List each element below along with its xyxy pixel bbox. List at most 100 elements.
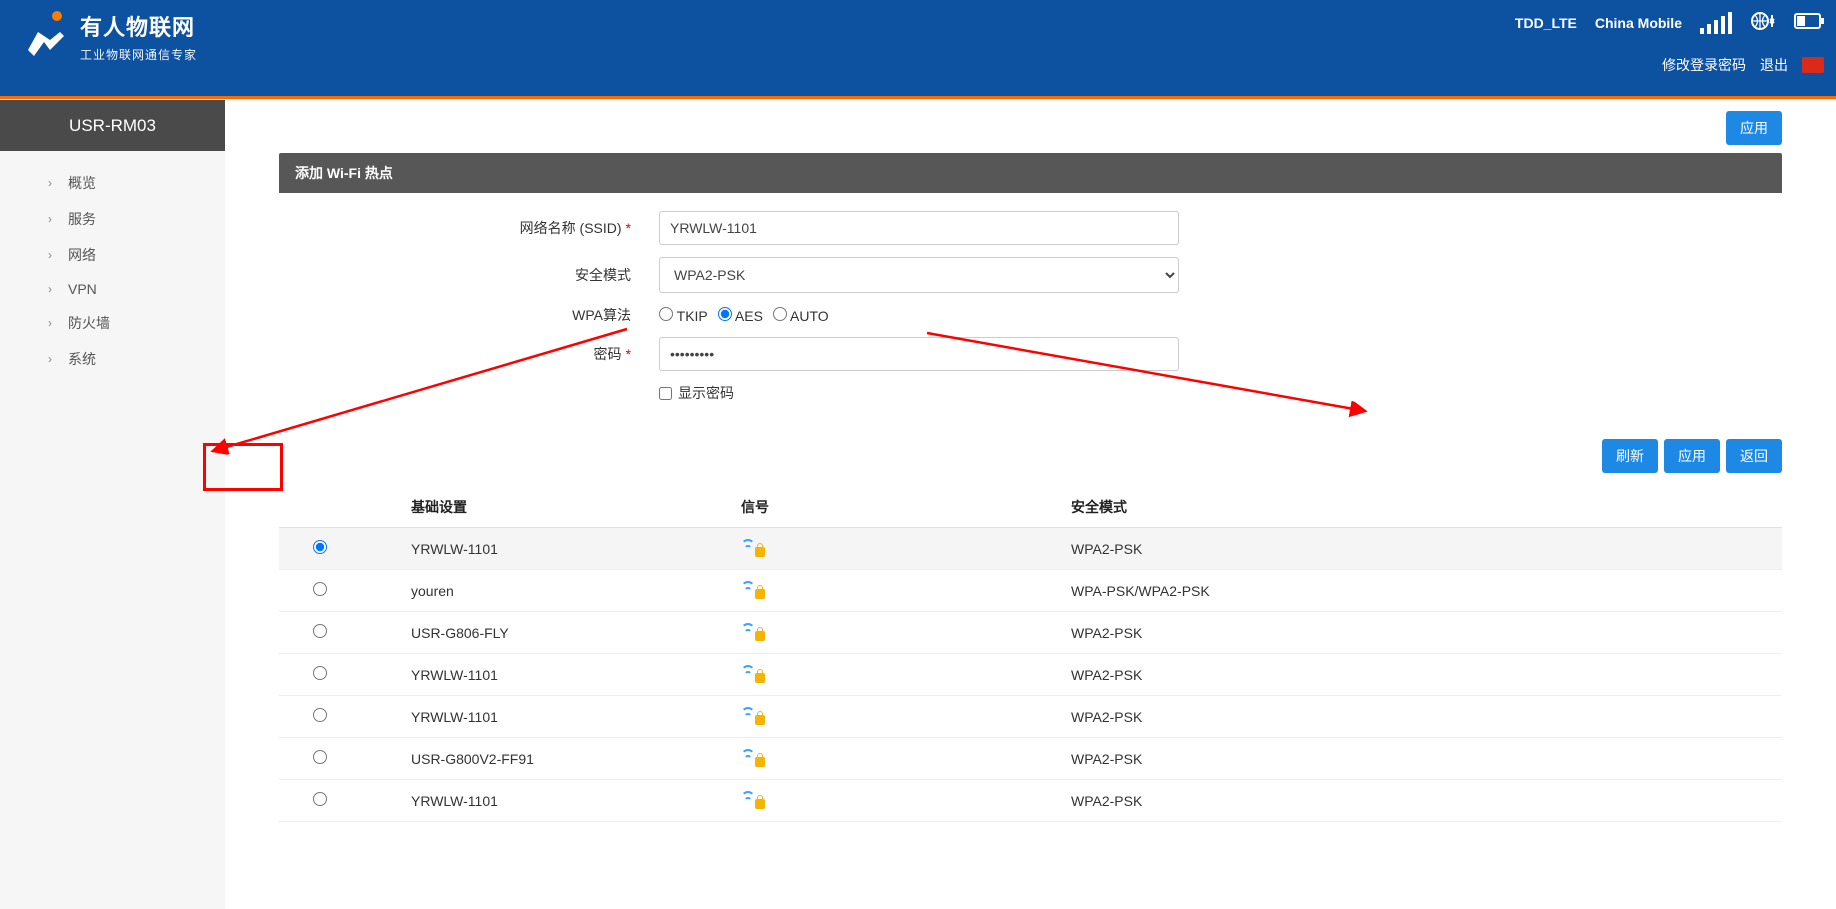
- table-row[interactable]: YRWLW-1101 WPA2-PSK: [279, 528, 1782, 570]
- row-radio[interactable]: [313, 708, 327, 722]
- row-signal: [729, 654, 1059, 696]
- table-row[interactable]: USR-G800V2-FF91 WPA2-PSK: [279, 738, 1782, 780]
- algo-aes-option[interactable]: AES: [718, 307, 763, 324]
- row-ssid: YRWLW-1101: [399, 654, 729, 696]
- col-signal-header: 信号: [729, 487, 1059, 528]
- row-radio[interactable]: [313, 750, 327, 764]
- row-security: WPA2-PSK: [1059, 780, 1782, 822]
- top-header: 有人物联网 工业物联网通信专家 TDD_LTE China Mobile 修改登…: [0, 0, 1836, 96]
- table-row[interactable]: YRWLW-1101 WPA2-PSK: [279, 696, 1782, 738]
- nav-list: › 概览 › 服务 › 网络 › VPN › 防火墙 › 系统: [0, 151, 225, 391]
- nav-item-label: 网络: [68, 245, 96, 265]
- row-ssid: youren: [399, 570, 729, 612]
- row-ssid: USR-G806-FLY: [399, 612, 729, 654]
- apply-button-top[interactable]: 应用: [1726, 111, 1782, 145]
- nav-item-label: 系统: [68, 349, 96, 369]
- nav-item-label: 概览: [68, 173, 96, 193]
- row-security: WPA-PSK/WPA2-PSK: [1059, 570, 1782, 612]
- flag-icon[interactable]: [1802, 57, 1824, 73]
- col-basic-header: 基础设置: [399, 487, 729, 528]
- table-row[interactable]: YRWLW-1101 WPA2-PSK: [279, 780, 1782, 822]
- row-ssid: YRWLW-1101: [399, 780, 729, 822]
- wifi-lock-icon: [741, 538, 763, 556]
- battery-icon: [1794, 13, 1824, 32]
- required-mark: *: [626, 346, 631, 362]
- wifi-lock-icon: [741, 790, 763, 808]
- apply-button[interactable]: 应用: [1664, 439, 1720, 473]
- nav-item[interactable]: › 系统: [0, 341, 225, 377]
- brand-block: 有人物联网 工业物联网通信专家: [20, 10, 197, 63]
- row-signal: [729, 612, 1059, 654]
- chevron-right-icon: ›: [48, 212, 52, 226]
- nav-item-label: 服务: [68, 209, 96, 229]
- wifi-scan-table: 基础设置 信号 安全模式 YRWLW-1101 WPA2-PSK youren WPA…: [279, 487, 1782, 822]
- wifi-lock-icon: [741, 664, 763, 682]
- wifi-lock-icon: [741, 622, 763, 640]
- chevron-right-icon: ›: [48, 176, 52, 190]
- col-select-header: [279, 487, 399, 528]
- row-signal: [729, 738, 1059, 780]
- nav-item[interactable]: › 防火墙: [0, 305, 225, 341]
- row-ssid: YRWLW-1101: [399, 528, 729, 570]
- back-button[interactable]: 返回: [1726, 439, 1782, 473]
- carrier-name: China Mobile: [1595, 15, 1682, 31]
- row-radio[interactable]: [313, 624, 327, 638]
- row-security: WPA2-PSK: [1059, 528, 1782, 570]
- algo-tkip-option[interactable]: TKIP: [659, 307, 708, 324]
- table-row[interactable]: YRWLW-1101 WPA2-PSK: [279, 654, 1782, 696]
- nav-item[interactable]: › 概览: [0, 165, 225, 201]
- wifi-scan-tbody: YRWLW-1101 WPA2-PSK youren WPA-PSK/WPA2-PSK…: [279, 528, 1782, 822]
- wifi-lock-icon: [741, 580, 763, 598]
- chevron-right-icon: ›: [48, 316, 52, 330]
- table-row[interactable]: youren WPA-PSK/WPA2-PSK: [279, 570, 1782, 612]
- security-mode-select[interactable]: WPA2-PSK: [659, 257, 1179, 293]
- security-mode-label: 安全模式: [575, 267, 631, 283]
- link-logout[interactable]: 退出: [1760, 55, 1788, 75]
- row-security: WPA2-PSK: [1059, 738, 1782, 780]
- row-security: WPA2-PSK: [1059, 696, 1782, 738]
- show-password-checkbox[interactable]: 显示密码: [659, 383, 1179, 403]
- ssid-input[interactable]: [659, 211, 1179, 245]
- panel-title: 添加 Wi-Fi 热点: [279, 153, 1782, 193]
- nav-item[interactable]: › VPN: [0, 273, 225, 305]
- chevron-right-icon: ›: [48, 352, 52, 366]
- algo-auto-option[interactable]: AUTO: [773, 307, 829, 324]
- sidebar: USR-RM03 › 概览 › 服务 › 网络 › VPN › 防火墙 › 系统: [0, 99, 225, 909]
- main-content: 应用 添加 Wi-Fi 热点 网络名称 (SSID)* 安全模式 WPA2-PS…: [225, 99, 1836, 909]
- globe-sync-icon[interactable]: [1750, 10, 1776, 35]
- ssid-label: 网络名称 (SSID): [520, 220, 622, 236]
- row-ssid: YRWLW-1101: [399, 696, 729, 738]
- nav-item-label: 防火墙: [68, 313, 110, 333]
- nav-item[interactable]: › 服务: [0, 201, 225, 237]
- row-radio[interactable]: [313, 792, 327, 806]
- link-change-password[interactable]: 修改登录密码: [1662, 55, 1746, 75]
- row-ssid: USR-G800V2-FF91: [399, 738, 729, 780]
- row-signal: [729, 528, 1059, 570]
- row-radio[interactable]: [313, 582, 327, 596]
- brand-subtitle: 工业物联网通信专家: [80, 46, 197, 63]
- nav-item-label: VPN: [68, 281, 97, 297]
- password-label: 密码: [594, 346, 622, 362]
- row-signal: [729, 696, 1059, 738]
- row-signal: [729, 780, 1059, 822]
- network-mode: TDD_LTE: [1515, 15, 1577, 31]
- password-input[interactable]: [659, 337, 1179, 371]
- col-security-header: 安全模式: [1059, 487, 1782, 528]
- signal-bars-icon: [1700, 12, 1732, 34]
- brand-logo-icon: [20, 10, 70, 60]
- wifi-lock-icon: [741, 706, 763, 724]
- row-radio[interactable]: [313, 666, 327, 680]
- row-signal: [729, 570, 1059, 612]
- row-security: WPA2-PSK: [1059, 612, 1782, 654]
- table-row[interactable]: USR-G806-FLY WPA2-PSK: [279, 612, 1782, 654]
- device-model: USR-RM03: [0, 99, 225, 151]
- row-radio[interactable]: [313, 540, 327, 554]
- wifi-lock-icon: [741, 748, 763, 766]
- nav-item[interactable]: › 网络: [0, 237, 225, 273]
- brand-title: 有人物联网: [80, 10, 197, 42]
- chevron-right-icon: ›: [48, 282, 52, 296]
- refresh-button[interactable]: 刷新: [1602, 439, 1658, 473]
- row-security: WPA2-PSK: [1059, 654, 1782, 696]
- required-mark: *: [626, 220, 631, 236]
- chevron-right-icon: ›: [48, 248, 52, 262]
